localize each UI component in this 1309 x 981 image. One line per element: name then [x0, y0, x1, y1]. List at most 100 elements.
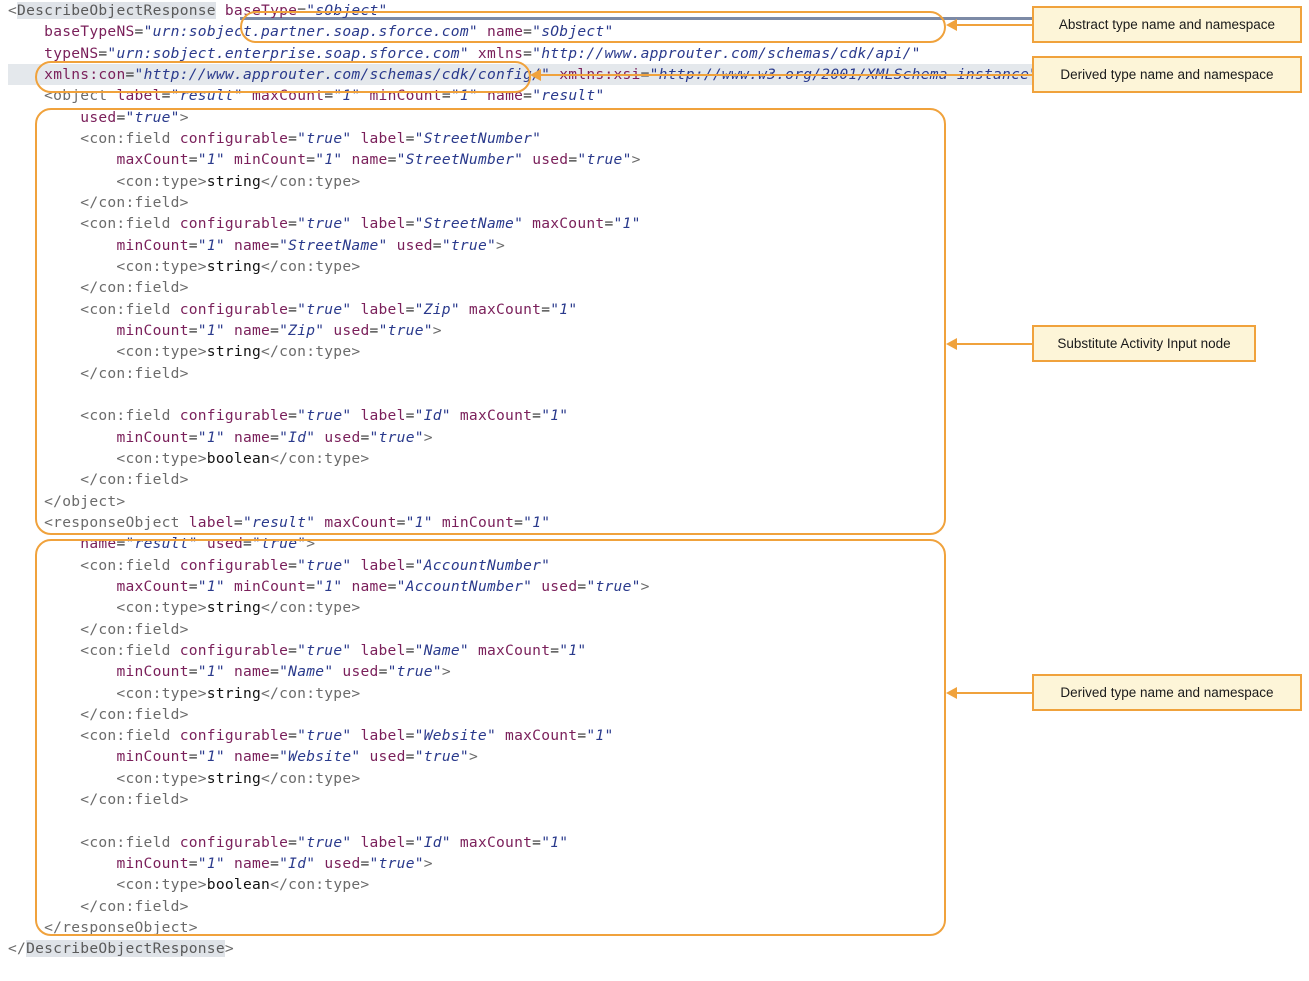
- equals-sign: =: [360, 855, 370, 873]
- attribute-name: baseTypeNS: [44, 23, 135, 41]
- equals-sign: =: [270, 236, 280, 254]
- equals-sign: =: [288, 727, 298, 745]
- tag-text: [451, 407, 460, 424]
- equals-sign: =: [324, 87, 334, 105]
- attribute-name: name: [233, 855, 271, 873]
- attribute-name: configurable: [179, 129, 289, 147]
- attribute-value: "Id": [279, 855, 316, 873]
- attribute-name: label: [360, 300, 406, 318]
- tag-text: >: [496, 236, 506, 254]
- tag-text: [315, 855, 324, 872]
- attribute-name: xmlns: [477, 44, 524, 62]
- attribute-name: minCount: [116, 855, 189, 873]
- callout-derived-type-bottom: Derived type name and namespace: [1032, 674, 1302, 711]
- code-line: <con:type>boolean</con:type>: [8, 448, 1298, 469]
- attribute-name: maxCount: [468, 300, 542, 318]
- tag-text: [8, 535, 80, 552]
- attribute-value: "Zip": [414, 300, 460, 318]
- code-line: </con:field>: [8, 619, 1298, 640]
- attribute-value: "true": [297, 215, 352, 233]
- tag-text: [315, 514, 324, 531]
- attribute-name: used: [369, 748, 406, 766]
- code-line: <responseObject label="result" maxCount=…: [8, 512, 1298, 533]
- tag-text: >: [423, 855, 433, 873]
- attribute-value: "1": [559, 641, 587, 659]
- equals-sign: =: [405, 300, 415, 318]
- attribute-name: minCount: [369, 87, 442, 105]
- attribute-name: minCount: [233, 151, 307, 169]
- tag-text: </con:type>: [261, 343, 361, 361]
- equals-sign: =: [288, 129, 298, 147]
- attribute-value: "sObject": [532, 23, 614, 41]
- element-text: string: [206, 599, 262, 617]
- attribute-name: minCount: [441, 513, 515, 531]
- code-line: <con:field configurable="true" label="Ac…: [8, 555, 1298, 576]
- tag-text: >: [432, 321, 442, 339]
- attribute-name: maxCount: [505, 727, 578, 745]
- callout-substitute-input: Substitute Activity Input node: [1032, 325, 1256, 362]
- tag-text: <con:type>: [8, 343, 207, 361]
- attribute-name: maxCount: [116, 577, 189, 595]
- attribute-value: "true": [297, 300, 352, 318]
- attribute-value: "true": [369, 428, 424, 446]
- equals-sign: =: [188, 748, 198, 766]
- code-line: <con:type>boolean</con:type>: [8, 874, 1298, 895]
- attribute-name: name: [233, 663, 271, 681]
- tag-text: [216, 2, 225, 19]
- equals-sign: =: [532, 833, 542, 851]
- attribute-name: configurable: [179, 641, 289, 659]
- equals-sign: =: [369, 321, 379, 339]
- tag-text: [225, 151, 234, 168]
- attribute-name: label: [360, 215, 406, 233]
- tag-text: </con:field>: [8, 791, 189, 809]
- attribute-name: label: [116, 87, 162, 105]
- tag-text: [225, 663, 234, 680]
- tag-text: <con:type>: [8, 172, 207, 190]
- attribute-name: configurable: [179, 300, 289, 318]
- equals-sign: =: [270, 428, 280, 446]
- attribute-name: label: [188, 513, 234, 531]
- tag-text: [8, 322, 116, 339]
- tag-text: >: [631, 151, 641, 169]
- callout-abstract-type: Abstract type name and namespace: [1032, 6, 1302, 43]
- arrowhead-abstract-type: [946, 19, 957, 31]
- code-line: minCount="1" name="Id" used="true">: [8, 427, 1298, 448]
- equals-sign: =: [243, 535, 253, 553]
- tag-text: <con:field: [8, 215, 180, 233]
- attribute-value: "true": [252, 535, 307, 553]
- equals-sign: =: [405, 407, 415, 425]
- attribute-name: configurable: [179, 833, 289, 851]
- xml-code-listing: <DescribeObjectResponse baseType="sObjec…: [8, 0, 1298, 960]
- tag-text: </con:field>: [8, 897, 189, 915]
- tag-text: </: [8, 940, 27, 958]
- code-line: maxCount="1" minCount="1" name="AccountN…: [8, 576, 1298, 597]
- tag-text: [225, 855, 234, 872]
- equals-sign: =: [523, 87, 533, 105]
- tag-text: [8, 578, 116, 595]
- attribute-name: maxCount: [477, 641, 551, 659]
- equals-sign: =: [188, 428, 198, 446]
- tag-text: </con:field>: [8, 620, 189, 638]
- tag-text: [8, 237, 116, 254]
- tag-text: <con:field: [8, 407, 180, 425]
- attribute-name: name: [486, 23, 524, 41]
- tag-text: [360, 87, 369, 104]
- equals-sign: =: [134, 23, 144, 41]
- attribute-name: name: [233, 321, 271, 339]
- equals-sign: =: [514, 513, 524, 531]
- root-element-name: DescribeObjectResponse: [26, 940, 225, 958]
- code-line: <con:type>string</con:type>: [8, 597, 1298, 618]
- tag-text: </con:type>: [261, 257, 361, 275]
- attribute-value: "1": [197, 663, 225, 681]
- tag-text: [198, 535, 207, 552]
- tag-text: [360, 748, 369, 765]
- code-line: maxCount="1" minCount="1" name="StreetNu…: [8, 149, 1298, 170]
- attribute-value: "result": [125, 535, 198, 553]
- tag-text: >: [423, 428, 433, 446]
- tag-text: [8, 109, 80, 126]
- attribute-name: label: [360, 727, 406, 745]
- equals-sign: =: [116, 108, 126, 126]
- attribute-value: "1": [197, 236, 225, 254]
- attribute-name: minCount: [116, 663, 189, 681]
